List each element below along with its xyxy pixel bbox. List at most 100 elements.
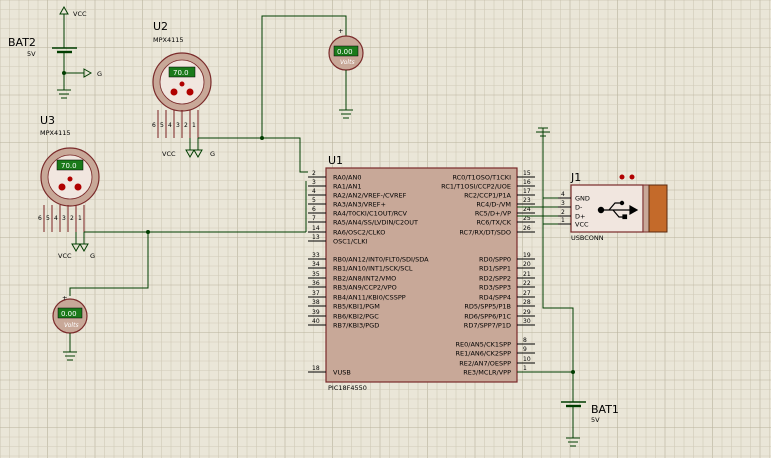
u1-left-pin-name: RA0/AN0	[333, 174, 361, 182]
u2-pin-3: 3	[176, 122, 180, 129]
u3-pin-1: 1	[78, 215, 82, 222]
u1-right-pin-name: RD2/SPP2	[479, 275, 511, 283]
u1-left-pin-name: VUSB	[333, 369, 351, 377]
u1-right-pin-name: RD5/SPP5/P1B	[464, 303, 511, 311]
u1-right-pin-name: RC6/TX/CK	[477, 219, 512, 227]
u1-left-pin-name: RA2/AN2/VREF-/CVREF	[333, 192, 407, 200]
u1-right-pin-num: 8	[523, 337, 527, 344]
u1-left-pin-num: 37	[312, 290, 320, 297]
u1-right-pin-name: RD0/SPP0	[479, 256, 511, 264]
u1-left-pin-name: RB6/KBI2/PGC	[333, 313, 379, 321]
u2-pin-2: 2	[184, 122, 188, 129]
schematic-canvas[interactable]: BAT2 5V G VCC 0.00 Volts + U2 MPX4115 70…	[0, 0, 771, 458]
u1-left-pin-name: RB0/AN12/INT0/FLT0/SDI/SDA	[333, 256, 429, 264]
u1-left-pin-num: 35	[312, 271, 320, 278]
bat1-ref: BAT1	[591, 403, 619, 416]
u1-part: PIC18F4550	[328, 384, 367, 392]
bat1-value: 5V	[591, 416, 600, 424]
u1-left-pin-name: RB1/AN10/INT1/SCK/SCL	[333, 265, 413, 273]
u3-pin-6: 6	[38, 215, 42, 222]
j1-ref: J1	[570, 171, 581, 184]
u1-right-pin-num: 23	[523, 197, 531, 204]
u3-g-label: G	[90, 252, 95, 260]
bat2-g-label: G	[97, 70, 102, 78]
bat2-value: 5V	[27, 50, 36, 58]
u1-left-pin-num: 39	[312, 309, 320, 316]
u1-left-pin-num: 18	[312, 365, 320, 372]
u2-ref: U2	[153, 20, 168, 33]
j1-pin-name: VCC	[575, 221, 589, 229]
bat2-ref: BAT2	[8, 36, 36, 49]
volt-left-units: Volts	[64, 322, 79, 329]
u1-right-pin-num: 22	[523, 280, 531, 287]
u1-right-pin-num: 21	[523, 271, 531, 278]
usb-connector-j1[interactable]: J1 USBCONN 4 GND 3 D- 2 D+ 1 VCC	[517, 127, 668, 373]
u3-part: MPX4115	[40, 129, 71, 137]
u1-left-pin-num: 4	[312, 188, 316, 195]
u2-display: 70.0	[173, 69, 189, 77]
battery-bat1[interactable]: BAT1 5V	[561, 372, 619, 447]
u2-g-label: G	[210, 150, 215, 158]
u2-pin-4: 4	[168, 122, 172, 129]
j1-pin-num: 2	[561, 209, 565, 216]
u1-left-pin-num: 33	[312, 252, 320, 259]
u1-left-pin-name: RA6/OSC2/CLKO	[333, 229, 385, 237]
u1-right-pin-num: 15	[523, 170, 531, 177]
u2-pin-5: 5	[160, 122, 164, 129]
u1-right-pin-num: 9	[523, 346, 527, 353]
j1-pin-num: 4	[561, 191, 565, 198]
u1-left-pin-name: RA4/T0CKI/C1OUT/RCV	[333, 210, 407, 218]
u2-pin-1: 1	[192, 122, 196, 129]
j1-pin-num: 1	[561, 217, 565, 224]
u1-left-pin-name: RB2/AN8/INT2/VMO	[333, 275, 396, 283]
microcontroller-u1[interactable]: U1 PIC18F4550 2 RA0/AN0 3 RA1/AN1 4 RA2/AN2/V…	[305, 154, 535, 392]
battery-bat2[interactable]: BAT2 5V G VCC	[8, 5, 102, 99]
j1-part: USBCONN	[571, 234, 604, 242]
u3-pin-5: 5	[46, 215, 50, 222]
u1-left-pin-name: RA1/AN1	[333, 183, 361, 191]
u1-right-pin-name: RC4/D-/VM	[476, 201, 511, 209]
j1-pin-name: D-	[575, 204, 583, 212]
volt-top-units: Volts	[340, 59, 355, 66]
u1-left-pin-num: 40	[312, 318, 320, 325]
voltmeter-top[interactable]: 0.00 Volts +	[261, 15, 364, 138]
u1-right-pin-name: RE0/AN5/CK1SPP	[456, 341, 512, 349]
u3-pin-3: 3	[62, 215, 66, 222]
u1-right-pin-num: 1	[523, 365, 527, 372]
u1-left-pin-num: 5	[312, 197, 316, 204]
bat2-vcc-label: VCC	[73, 10, 87, 18]
u3-pin-4: 4	[54, 215, 58, 222]
sensor-u2[interactable]: U2 MPX4115 70.0 654321 VCC G	[152, 20, 308, 173]
u1-right-pin-name: RD3/SPP3	[479, 284, 511, 292]
u1-ref: U1	[328, 154, 343, 167]
u1-left-pin-num: 36	[312, 280, 320, 287]
u1-right-pin-num: 28	[523, 299, 531, 306]
u1-left-pin-num: 3	[312, 179, 316, 186]
u1-left-pin-name: RB3/AN9/CCP2/VPO	[333, 284, 397, 292]
u1-right-pin-name: RC2/CCP1/P1A	[464, 192, 511, 200]
u1-left-pin-name: OSC1/CLKI	[333, 238, 368, 246]
u1-left-pin-name: RA5/AN4/SS/LVDIN/C2OUT	[333, 219, 418, 227]
u1-right-pin-name: RD6/SPP6/P1C	[464, 313, 511, 321]
volt-top-plus: +	[338, 27, 343, 35]
u1-right-pin-name: RC0/T1OSO/T1CKI	[452, 174, 511, 182]
u2-vcc-label: VCC	[162, 150, 176, 158]
u1-right-pin-num: 26	[523, 225, 531, 232]
u1-right-pin-num: 29	[523, 309, 531, 316]
u1-right-pin-name: RE1/AN6/CK2SPP	[456, 350, 512, 358]
volt-left-display: 0.00	[61, 310, 77, 318]
u1-right-pin-name: RE2/AN7/OESPP	[459, 360, 511, 368]
u1-right-pin-num: 19	[523, 252, 531, 259]
j1-pin-name: D+	[575, 213, 585, 221]
voltmeter-left[interactable]: 0.00 Volts +	[52, 294, 88, 361]
u1-right-pin-num: 27	[523, 290, 531, 297]
u1-right-pin-name: RC7/RX/DT/SDO	[459, 229, 511, 237]
u2-pin-6: 6	[152, 122, 156, 129]
u3-display: 70.0	[61, 162, 77, 170]
u1-right-pin-name: RC1/T1OSI/CCP2/UOE	[441, 183, 511, 191]
j1-pin-name: GND	[575, 195, 590, 203]
u1-left-pin-num: 13	[312, 234, 320, 241]
u3-pin-2: 2	[70, 215, 74, 222]
u1-left-pin-name: RB5/KBI1/PGM	[333, 303, 380, 311]
u1-left-pin-num: 14	[312, 225, 320, 232]
